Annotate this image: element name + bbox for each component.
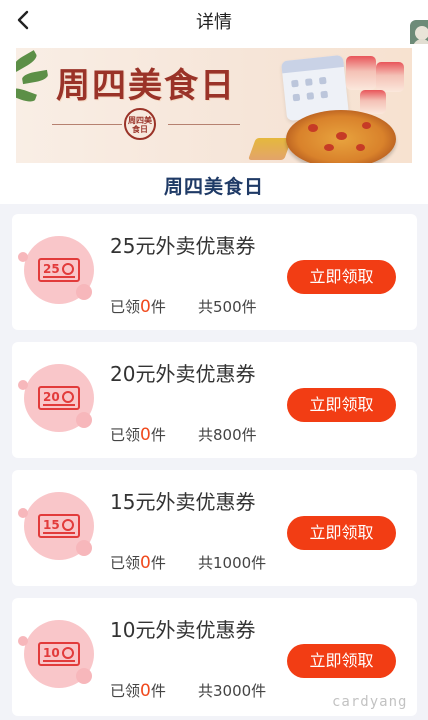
coupon-title: 25元外卖优惠券	[110, 234, 256, 258]
pizza-illustration	[286, 110, 396, 163]
coupon-title: 10元外卖优惠券	[110, 618, 256, 642]
coupon-title: 20元外卖优惠券	[110, 362, 256, 386]
top-bar: 详情	[0, 0, 428, 44]
page-title: 详情	[196, 12, 232, 33]
coupon-ticket-icon: 20	[18, 364, 94, 432]
total-count: 共3000件	[198, 682, 267, 700]
watermark: cardyang	[332, 694, 408, 710]
claimed-count: 已领0件	[110, 681, 166, 701]
banner-title: 周四美食日	[56, 66, 236, 106]
coupon-title: 15元外卖优惠券	[110, 490, 256, 514]
claim-button[interactable]: 立即领取	[287, 516, 396, 550]
leaf-decoration	[21, 69, 49, 85]
leaf-decoration	[16, 50, 39, 72]
dessert-illustration	[376, 62, 404, 92]
dessert-illustration	[360, 90, 386, 114]
coupon-card: 25 25元外卖优惠券 已领0件 共500件 立即领取	[12, 214, 417, 330]
total-count: 共500件	[198, 298, 257, 316]
total-count: 共800件	[198, 426, 257, 444]
leaf-decoration	[16, 85, 37, 105]
claimed-count: 已领0件	[110, 297, 166, 317]
banner-image: 周四美食日 周四美食日	[16, 48, 412, 163]
coupon-amount: 10	[43, 646, 60, 660]
avatar-face	[415, 26, 428, 40]
total-count: 共1000件	[198, 554, 267, 572]
banner-divider	[52, 124, 122, 125]
section-heading: 周四美食日	[163, 176, 264, 198]
claim-button[interactable]: 立即领取	[287, 644, 396, 678]
dessert-illustration	[346, 56, 376, 90]
coupon-amount: 20	[43, 390, 60, 404]
coupon-ticket-icon: 10	[18, 620, 94, 688]
claimed-count: 已领0件	[110, 425, 166, 445]
claimed-count: 已领0件	[110, 553, 166, 573]
claim-button[interactable]: 立即领取	[287, 388, 396, 422]
claim-button[interactable]: 立即领取	[287, 260, 396, 294]
coupon-ticket-icon: 25	[18, 236, 94, 304]
hero-section: 周四美食日 周四美食日 周四美食日	[0, 44, 428, 204]
banner-divider	[168, 124, 240, 125]
coupon-card: 15 15元外卖优惠券 已领0件 共1000件 立即领取	[12, 470, 417, 586]
coupon-amount: 15	[43, 518, 60, 532]
coupon-amount: 25	[43, 262, 60, 276]
banner-seal-logo: 周四美食日	[124, 108, 156, 140]
coupon-ticket-icon: 15	[18, 492, 94, 560]
coupon-card: 20 20元外卖优惠券 已领0件 共800件 立即领取	[12, 342, 417, 458]
